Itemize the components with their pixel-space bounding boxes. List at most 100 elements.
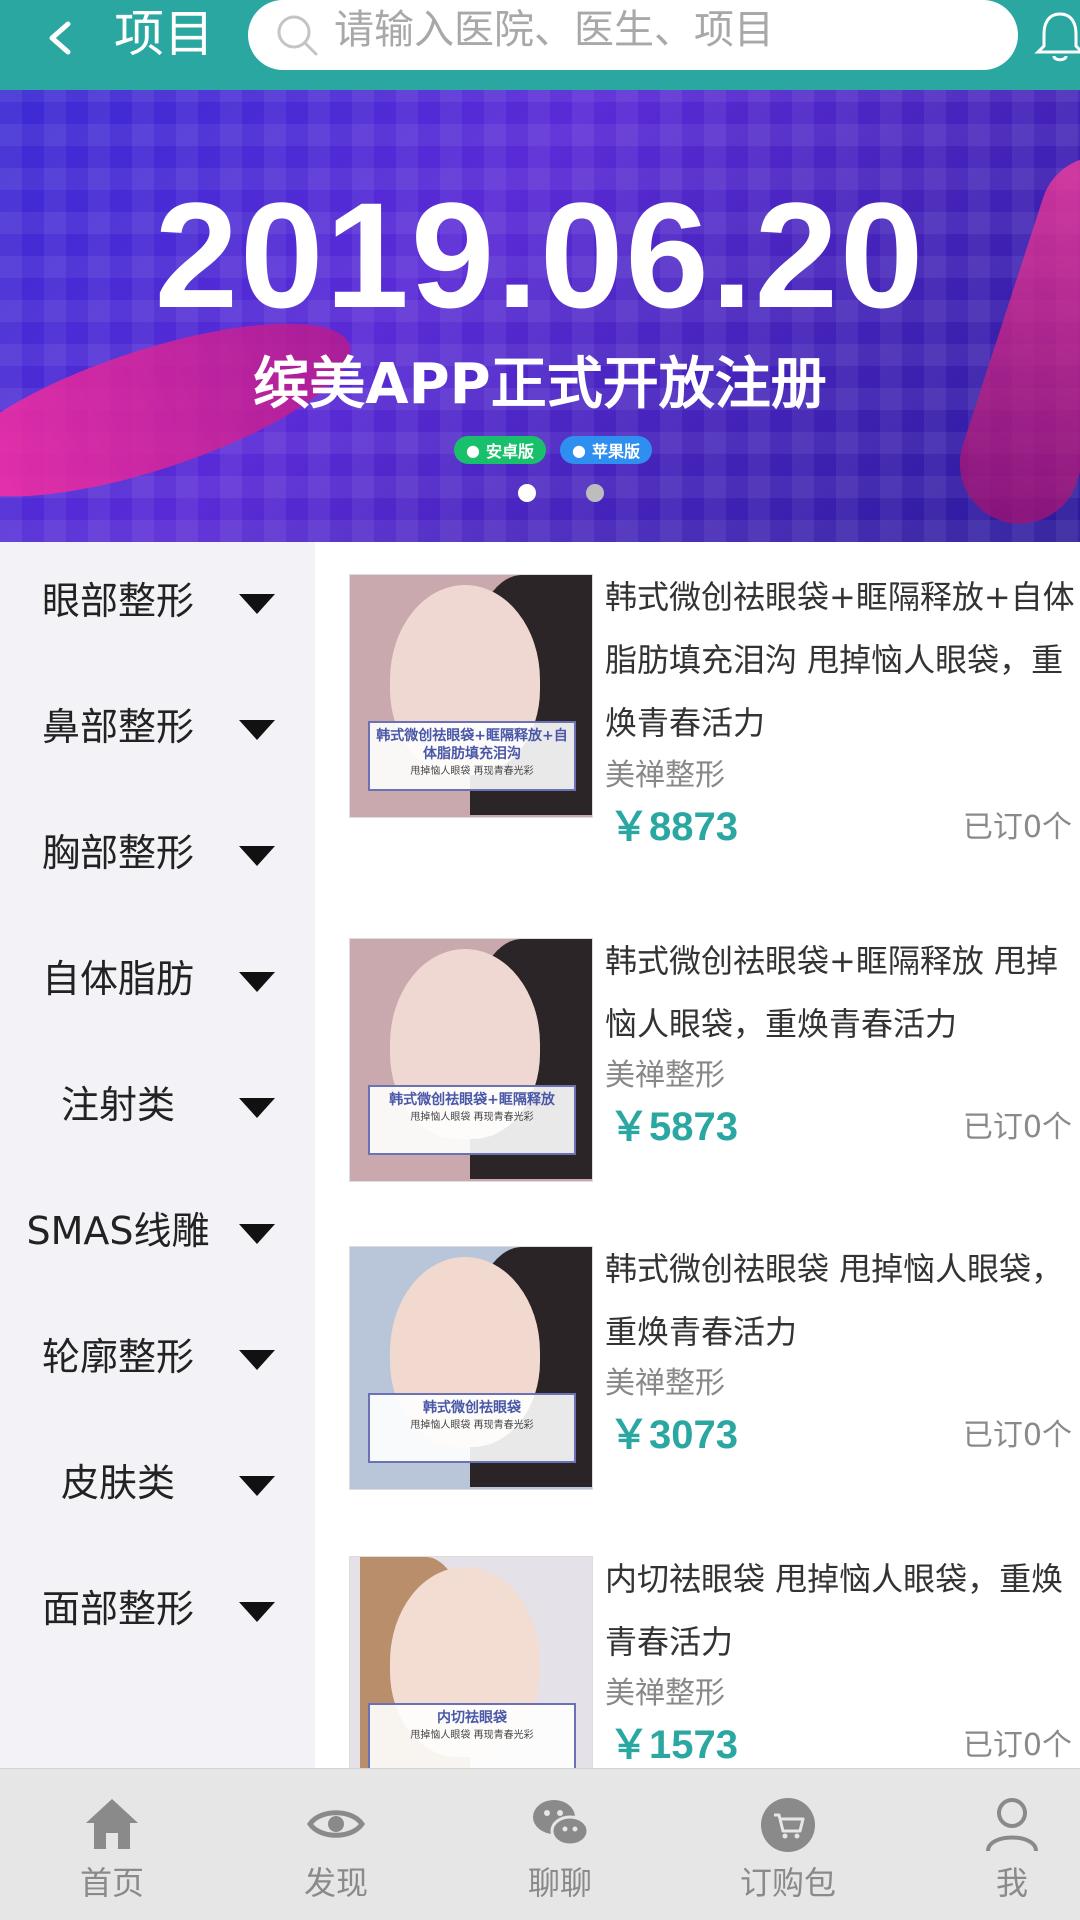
product-thumbnail[interactable]: 韩式微创祛眼袋+眶隔释放 甩掉恼人眼袋 再现青春光彩 bbox=[349, 938, 593, 1182]
triangle-down-icon bbox=[239, 1350, 275, 1370]
category-sidebar: 眼部整形 鼻部整形 胸部整形 自体脂肪 注射类 SMAS线雕 轮廓整形 皮肤类 … bbox=[0, 542, 315, 1768]
category-label: 面部整形 bbox=[41, 1587, 194, 1631]
product-name[interactable]: 韩式微创祛眼袋+眶隔释放 甩掉恼人眼袋，重焕青春活力 bbox=[605, 930, 1075, 1056]
product-name[interactable]: 韩式微创祛眼袋 甩掉恼人眼袋，重焕青春活力 bbox=[605, 1238, 1075, 1364]
category-item[interactable]: 皮肤类 bbox=[0, 1424, 315, 1550]
thumbnail-caption-subtitle: 甩掉恼人眼袋 再现青春光彩 bbox=[410, 1420, 534, 1431]
back-button[interactable] bbox=[40, 18, 80, 58]
tab-label: 首页 bbox=[79, 1864, 144, 1902]
android-badge-label: 安卓版 bbox=[485, 442, 534, 461]
eye-icon bbox=[306, 1810, 366, 1838]
thumbnail-caption-subtitle: 甩掉恼人眼袋 再现青春光彩 bbox=[410, 766, 534, 777]
product-name[interactable]: 内切祛眼袋 甩掉恼人眼袋，重焕青春活力 bbox=[605, 1548, 1075, 1674]
triangle-down-icon bbox=[239, 594, 275, 614]
cart-icon bbox=[761, 1798, 815, 1852]
tab-label: 订购包 bbox=[739, 1864, 836, 1902]
product-card[interactable]: 韩式微创祛眼袋+眶隔释放+自体脂肪填充泪沟 甩掉恼人眼袋 再现青春光彩 韩式微创… bbox=[315, 574, 1080, 914]
order-count: 已订0个 bbox=[962, 810, 1072, 845]
page-title: 项目 bbox=[114, 5, 214, 63]
carousel-dot-2[interactable] bbox=[586, 484, 604, 502]
search-placeholder: 请输入医院、医生、项目 bbox=[334, 7, 774, 53]
category-label: 鼻部整形 bbox=[41, 705, 194, 749]
product-card[interactable]: 内切祛眼袋 甩掉恼人眼袋 再现青春光彩 内切祛眼袋 甩掉恼人眼袋，重焕青春活力 … bbox=[315, 1556, 1080, 1768]
order-count: 已订0个 bbox=[962, 1110, 1072, 1145]
user-icon bbox=[986, 1798, 1038, 1852]
banner-badges: ● 安卓版 ● 苹果版 bbox=[454, 436, 652, 464]
product-price: ￥1573 bbox=[609, 1723, 738, 1767]
category-label: 眼部整形 bbox=[41, 579, 194, 623]
thumbnail-caption-title: 韩式微创祛眼袋+眶隔释放+自体脂肪填充泪沟 bbox=[376, 728, 568, 762]
chat-icon bbox=[533, 1800, 590, 1847]
category-label: 胸部整形 bbox=[41, 831, 194, 875]
banner-date: 2019.06.20 bbox=[154, 171, 926, 339]
ios-badge-label: 苹果版 bbox=[591, 442, 640, 461]
category-item[interactable]: 眼部整形 bbox=[0, 542, 315, 668]
tab-me[interactable]: 我 bbox=[904, 1769, 1080, 1920]
triangle-down-icon bbox=[239, 1476, 275, 1496]
product-price: ￥8873 bbox=[609, 805, 738, 849]
triangle-down-icon bbox=[239, 1098, 275, 1118]
home-icon bbox=[86, 1799, 138, 1849]
tab-chat[interactable]: 聊聊 bbox=[452, 1769, 668, 1920]
product-price: ￥3073 bbox=[609, 1413, 738, 1457]
category-item[interactable]: 注射类 bbox=[0, 1046, 315, 1172]
search-input[interactable]: 请输入医院、医生、项目 bbox=[248, 0, 1018, 70]
apple-icon: ● bbox=[571, 440, 586, 460]
thumbnail-caption: 韩式微创祛眼袋+眶隔释放 甩掉恼人眼袋 再现青春光彩 bbox=[368, 1085, 576, 1155]
ios-badge: ● 苹果版 bbox=[559, 436, 652, 464]
top-bar: 项目 请输入医院、医生、项目 bbox=[0, 0, 1080, 90]
tab-home[interactable]: 首页 bbox=[4, 1769, 220, 1920]
hospital-name: 美禅整形 bbox=[605, 758, 725, 793]
category-label: SMAS线雕 bbox=[26, 1209, 210, 1253]
triangle-down-icon bbox=[239, 1224, 275, 1244]
tab-discover[interactable]: 发现 bbox=[228, 1769, 444, 1920]
android-badge: ● 安卓版 bbox=[454, 436, 546, 464]
bottom-tab-bar: 首页 发现 聊聊 订购包 我 bbox=[0, 1768, 1080, 1920]
thumbnail-caption: 韩式微创祛眼袋+眶隔释放+自体脂肪填充泪沟 甩掉恼人眼袋 再现青春光彩 bbox=[368, 721, 576, 791]
product-thumbnail[interactable]: 韩式微创祛眼袋+眶隔释放+自体脂肪填充泪沟 甩掉恼人眼袋 再现青春光彩 bbox=[349, 574, 593, 818]
triangle-down-icon bbox=[239, 846, 275, 866]
bell-icon bbox=[1034, 12, 1080, 62]
tab-orders[interactable]: 订购包 bbox=[680, 1769, 896, 1920]
thumbnail-caption: 韩式微创祛眼袋 甩掉恼人眼袋 再现青春光彩 bbox=[368, 1393, 576, 1463]
promo-banner[interactable]: 2019.06.20 缤美APP正式开放注册 ● 安卓版 ● 苹果版 bbox=[0, 90, 1080, 542]
product-card[interactable]: 韩式微创祛眼袋+眶隔释放 甩掉恼人眼袋 再现青春光彩 韩式微创祛眼袋+眶隔释放 … bbox=[315, 938, 1080, 1228]
triangle-down-icon bbox=[239, 720, 275, 740]
notification-button[interactable] bbox=[1034, 8, 1080, 64]
category-label: 轮廓整形 bbox=[41, 1335, 194, 1379]
product-thumbnail[interactable]: 内切祛眼袋 甩掉恼人眼袋 再现青春光彩 bbox=[349, 1556, 593, 1768]
category-label: 自体脂肪 bbox=[41, 957, 194, 1001]
category-label: 注射类 bbox=[60, 1083, 175, 1127]
category-item[interactable]: SMAS线雕 bbox=[0, 1172, 315, 1298]
product-card[interactable]: 韩式微创祛眼袋 甩掉恼人眼袋 再现青春光彩 韩式微创祛眼袋 甩掉恼人眼袋，重焕青… bbox=[315, 1246, 1080, 1536]
thumbnail-caption-title: 韩式微创祛眼袋 bbox=[423, 1400, 521, 1416]
product-list: 韩式微创祛眼袋+眶隔释放+自体脂肪填充泪沟 甩掉恼人眼袋 再现青春光彩 韩式微创… bbox=[315, 542, 1080, 1768]
product-thumbnail[interactable]: 韩式微创祛眼袋 甩掉恼人眼袋 再现青春光彩 bbox=[349, 1246, 593, 1490]
triangle-down-icon bbox=[239, 1602, 275, 1622]
category-item[interactable]: 轮廓整形 bbox=[0, 1298, 315, 1424]
tab-label: 我 bbox=[995, 1864, 1028, 1902]
category-item[interactable]: 自体脂肪 bbox=[0, 920, 315, 1046]
tab-label: 发现 bbox=[303, 1864, 368, 1902]
thumbnail-caption-title: 韩式微创祛眼袋+眶隔释放 bbox=[389, 1092, 555, 1108]
thumbnail-caption-subtitle: 甩掉恼人眼袋 再现青春光彩 bbox=[410, 1730, 534, 1741]
hospital-name: 美禅整形 bbox=[605, 1058, 725, 1093]
product-name[interactable]: 韩式微创祛眼袋+眶隔释放+自体脂肪填充泪沟 甩掉恼人眼袋，重焕青春活力 bbox=[605, 566, 1075, 755]
order-count: 已订0个 bbox=[962, 1728, 1072, 1763]
triangle-down-icon bbox=[239, 972, 275, 992]
category-item[interactable]: 鼻部整形 bbox=[0, 668, 315, 794]
android-icon: ● bbox=[466, 440, 480, 460]
product-price: ￥5873 bbox=[609, 1105, 738, 1149]
category-label: 皮肤类 bbox=[60, 1461, 175, 1505]
hospital-name: 美禅整形 bbox=[605, 1676, 725, 1711]
order-count: 已订0个 bbox=[962, 1418, 1072, 1453]
thumbnail-caption-subtitle: 甩掉恼人眼袋 再现青春光彩 bbox=[410, 1112, 534, 1123]
thumbnail-caption: 内切祛眼袋 甩掉恼人眼袋 再现青春光彩 bbox=[368, 1703, 576, 1768]
carousel-dot-1[interactable] bbox=[518, 484, 536, 502]
search-icon bbox=[277, 15, 318, 56]
category-item[interactable]: 胸部整形 bbox=[0, 794, 315, 920]
category-item[interactable]: 面部整形 bbox=[0, 1550, 315, 1676]
banner-subtitle: 缤美APP正式开放注册 bbox=[253, 352, 827, 417]
tab-label: 聊聊 bbox=[527, 1864, 592, 1902]
carousel-indicator bbox=[518, 484, 604, 502]
